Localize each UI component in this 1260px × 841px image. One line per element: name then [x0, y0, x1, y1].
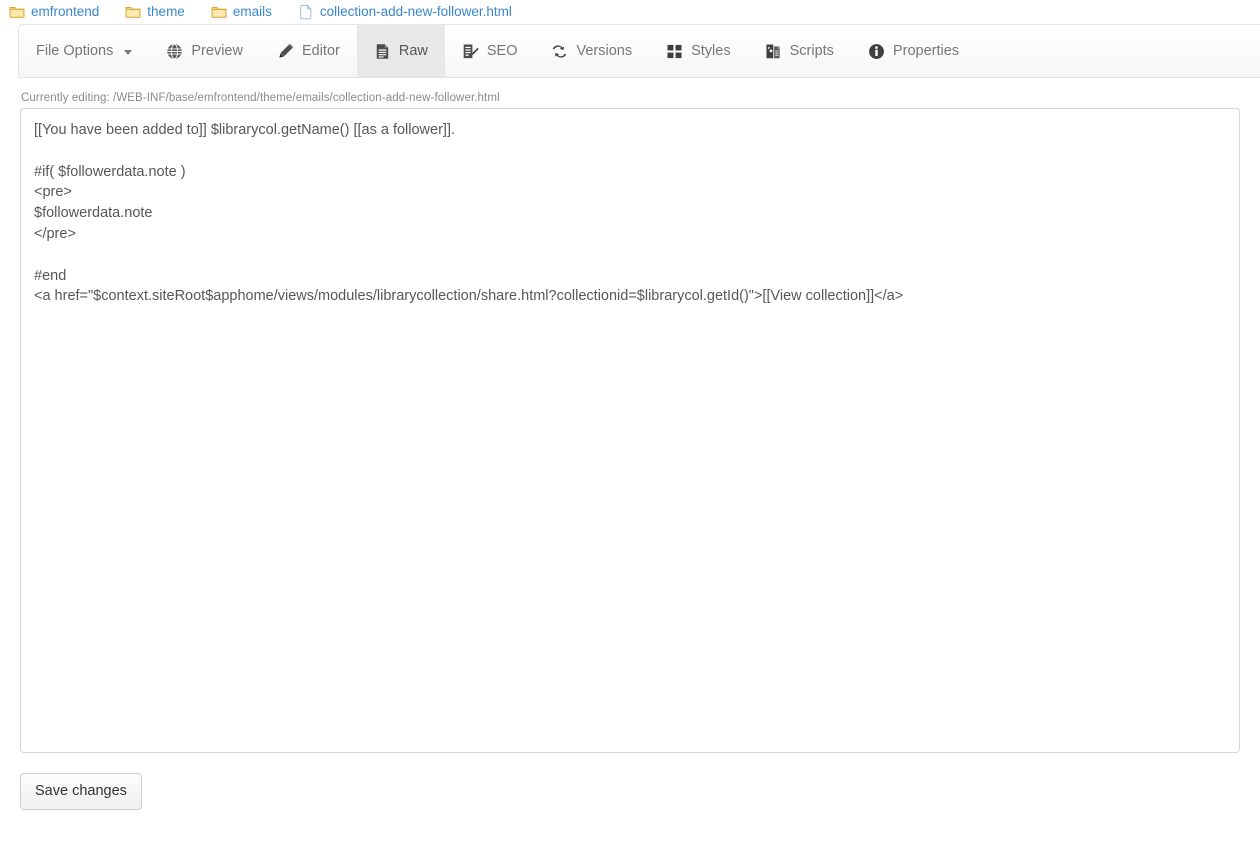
tab-raw[interactable]: Raw [356, 25, 445, 77]
tab-label: Properties [892, 43, 960, 59]
folder-icon [9, 7, 25, 18]
folder-icon [125, 7, 141, 18]
breadcrumb-item-emfrontend[interactable]: emfrontend [9, 4, 99, 20]
tab-seo[interactable]: SEO [445, 25, 535, 77]
breadcrumb-item-label: collection-add-new-follower.html [319, 4, 512, 20]
tab-editor[interactable]: Editor [260, 25, 357, 77]
four-squares-icon [667, 44, 682, 58]
globe-icon [167, 43, 183, 59]
tab-label: Scripts [789, 43, 834, 59]
breadcrumb-item-label: theme [147, 4, 185, 20]
tab-label: SEO [486, 43, 518, 59]
tab-label: Versions [576, 43, 633, 59]
sync-arrows-icon [553, 44, 567, 58]
info-circle-icon [869, 43, 884, 59]
tab-preview[interactable]: Preview [149, 25, 260, 77]
save-changes-button[interactable]: Save changes [20, 773, 142, 810]
tab-scripts[interactable]: Scripts [748, 25, 851, 77]
currently-editing-label: Currently editing: /WEB-INF/base/emfront… [21, 92, 500, 104]
breadcrumb-item-file[interactable]: collection-add-new-follower.html [298, 4, 512, 20]
breadcrumb-item-emails[interactable]: emails [211, 4, 272, 20]
breadcrumb-item-theme[interactable]: theme [125, 4, 185, 20]
breadcrumb-item-label: emails [232, 4, 272, 20]
file-icon [300, 4, 312, 20]
tab-label: Editor [301, 43, 340, 59]
action-bar: Save changes [20, 773, 1260, 810]
document-lines-icon [376, 43, 389, 59]
tab-file-options[interactable]: File Options [19, 25, 149, 77]
tab-label: Raw [398, 43, 428, 59]
pencil-icon [279, 43, 294, 58]
breadcrumb: emfrontend theme emails collection-add-n… [0, 0, 1260, 24]
folder-icon [211, 7, 227, 18]
tab-versions[interactable]: Versions [534, 25, 649, 77]
tab-label: File Options [36, 43, 114, 59]
tab-properties[interactable]: Properties [851, 25, 976, 77]
tab-styles[interactable]: Styles [649, 25, 748, 77]
raw-source-textarea[interactable] [20, 108, 1240, 753]
document-pencil-icon [463, 43, 479, 58]
tab-label: Preview [191, 43, 243, 59]
caret-down-icon [124, 49, 133, 55]
editor-toolbar: File Options Preview Editor Raw SEO Vers… [18, 24, 1260, 78]
script-file-icon [766, 43, 780, 58]
tab-label: Styles [691, 43, 731, 59]
breadcrumb-item-label: emfrontend [31, 4, 100, 20]
